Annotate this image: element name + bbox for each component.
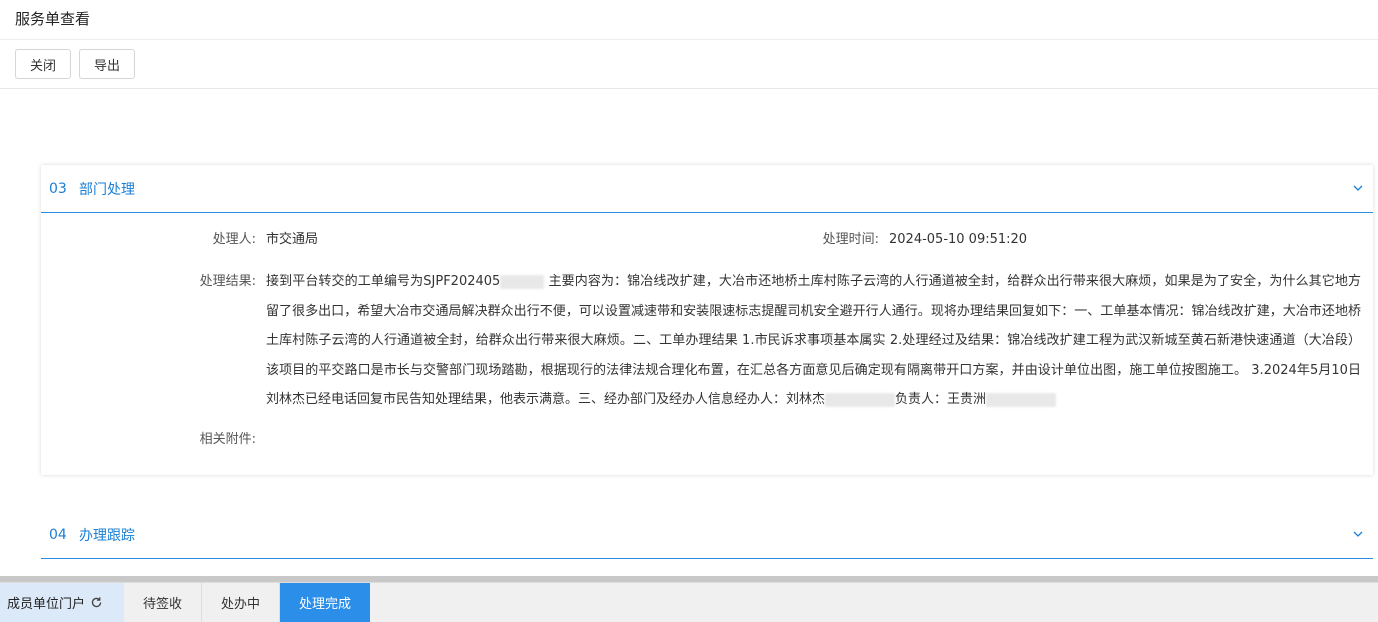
attachment-label: 相关附件:: [199, 431, 256, 447]
section-number: 04: [49, 526, 67, 543]
section-number: 03: [49, 180, 67, 197]
window-title: 服务单查看: [0, 0, 1378, 40]
export-button[interactable]: 导出: [79, 49, 136, 79]
result-text-part2: 主要内容为：锦冶线改扩建，大冶市还地桥土库村陈子云湾的人行通道被全封，给群众出行…: [266, 274, 1362, 407]
close-button[interactable]: 关闭: [15, 49, 72, 79]
section-title: 部门处理: [79, 181, 135, 198]
tab-pending-sign[interactable]: 待签收: [124, 583, 203, 622]
result-label: 处理结果:: [199, 274, 256, 289]
time-label: 处理时间:: [822, 232, 879, 247]
result-row: 处理结果: 接到平台转交的工单编号为SJPF202405 主要内容为：锦冶线改扩…: [41, 267, 1373, 415]
redacted-block: [500, 274, 545, 289]
section-title: 办理跟踪: [79, 527, 135, 544]
handler-value: 市交通局: [266, 232, 319, 247]
handler-label: 处理人:: [212, 232, 256, 247]
portal-label[interactable]: 成员单位门户: [0, 583, 124, 622]
chevron-down-icon[interactable]: [1353, 183, 1363, 193]
bottom-tabbar: 成员单位门户 待签收 处办中 处理完成: [0, 582, 1378, 622]
toolbar: 关闭 导出: [0, 40, 1378, 89]
refresh-icon[interactable]: [90, 596, 103, 609]
department-handling-header[interactable]: 03 部门处理: [41, 165, 1373, 213]
result-text-part3: 负责人：王贵洲: [895, 392, 987, 407]
result-text: 接到平台转交的工单编号为SJPF202405 主要内容为：锦冶线改扩建，大冶市还…: [266, 267, 1361, 415]
tab-processing[interactable]: 处办中: [202, 583, 281, 622]
result-text-part1: 接到平台转交的工单编号为SJPF202405: [266, 274, 501, 289]
tracking-header[interactable]: 04 办理跟踪: [41, 511, 1373, 559]
portal-label-text: 成员单位门户: [7, 597, 86, 612]
redacted-block: [986, 392, 1057, 407]
attachment-row: 相关附件:: [41, 425, 1373, 455]
redacted-block: [825, 392, 896, 407]
chevron-down-icon[interactable]: [1353, 529, 1363, 539]
time-value: 2024-05-10 09:51:20: [889, 232, 1028, 247]
department-handling-panel: 03 部门处理 处理人: 市交通局 处理时间: 2024-05-10 09:51…: [41, 165, 1373, 475]
content-area[interactable]: 03 部门处理 处理人: 市交通局 处理时间: 2024-05-10 09:51…: [0, 90, 1378, 576]
tab-completed[interactable]: 处理完成: [280, 583, 371, 622]
tracking-panel: 04 办理跟踪: [41, 511, 1373, 559]
handler-row: 处理人: 市交通局 处理时间: 2024-05-10 09:51:20: [41, 225, 1373, 255]
